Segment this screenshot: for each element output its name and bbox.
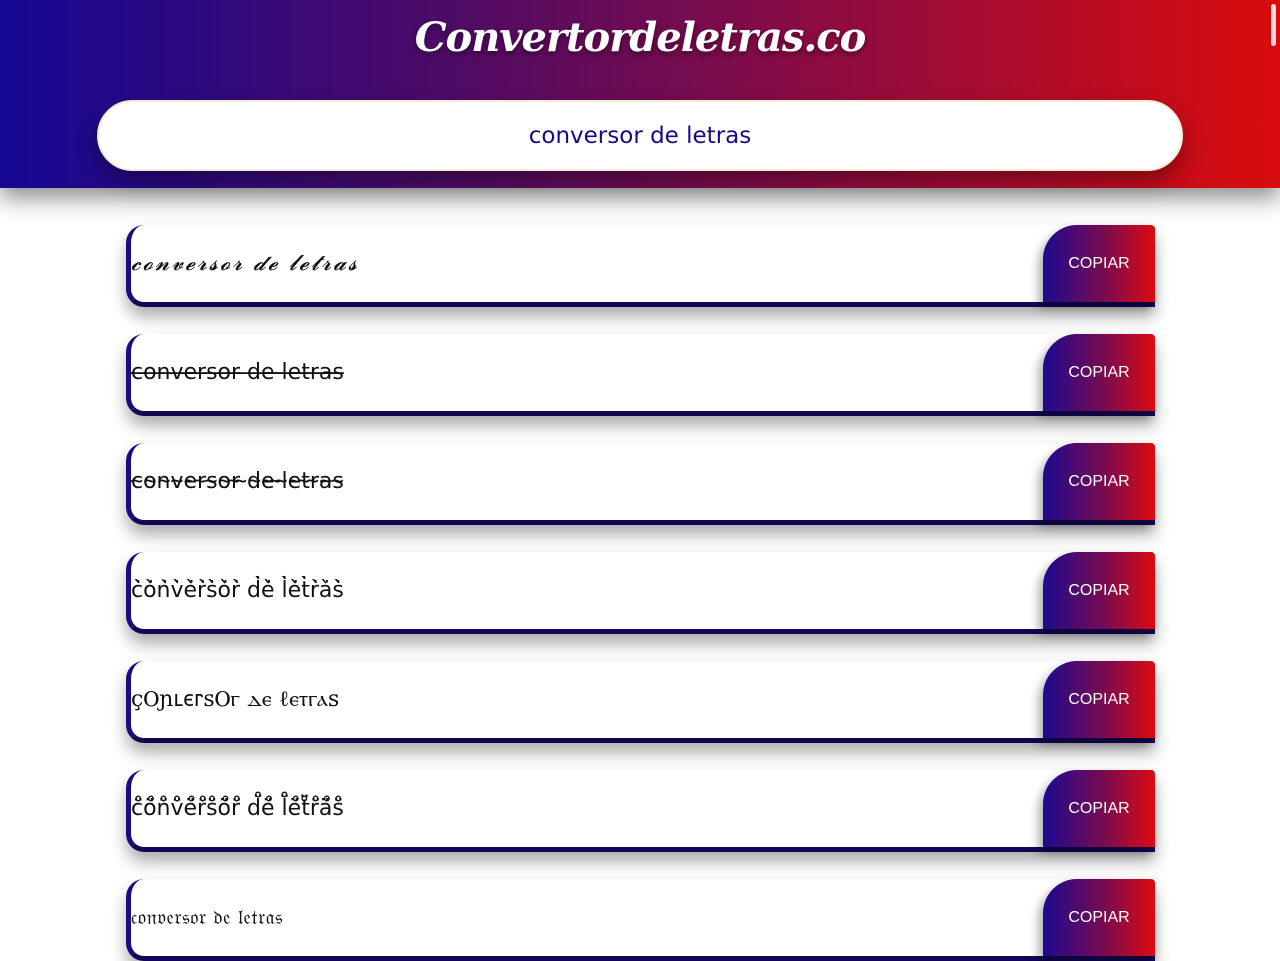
- result-item: çⲞɲⳑⲉⲅꜱⲞⲅ ⲇⲉ ℓⲉⲧⲅⲁꜱ COPIAR: [126, 661, 1155, 743]
- result-text: çⲞɲⳑⲉⲅꜱⲞⲅ ⲇⲉ ℓⲉⲧⲅⲁꜱ: [131, 687, 340, 712]
- header-banner: Convertordeletras.co: [0, 0, 1280, 188]
- result-text: c̴o̴n̴v̴e̴r̴s̴o̴r̴ ̴d̴e̴ ̴l̴e̴t̴r̴a̴s̴: [131, 469, 344, 494]
- copy-button[interactable]: COPIAR: [1043, 443, 1155, 520]
- copy-button[interactable]: COPIAR: [1043, 552, 1155, 629]
- search-input[interactable]: [99, 121, 1181, 150]
- result-item: c̀̇ò̇ǹ̇v̀̇è̇r̀̇s̀̇ò̇r̀̇ d̀̇è̇ l̀̇è̇t̀̇r̀…: [126, 552, 1155, 634]
- result-text: c̈̊ö̊n̈̊v̈̊ë̊r̈̊s̈̊ö̊r̈̊ d̈̊ë̊ l̈̊ë̊ẗ̊r̈…: [131, 796, 344, 821]
- result-text: c̶o̶n̶v̶e̶r̶s̶o̶r̶ ̶d̶e̶ ̶l̶e̶t̶r̶a̶s̶: [131, 360, 344, 385]
- copy-button[interactable]: COPIAR: [1043, 334, 1155, 411]
- copy-button[interactable]: COPIAR: [1043, 770, 1155, 847]
- result-item: 𝔠𝔬𝔫𝔳𝔢𝔯𝔰𝔬𝔯 𝔡𝔢 𝔩𝔢𝔱𝔯𝔞𝔰 COPIAR: [126, 879, 1155, 961]
- site-title[interactable]: Convertordeletras.co: [0, 14, 1280, 61]
- copy-button[interactable]: COPIAR: [1043, 661, 1155, 738]
- result-text: 𝓬𝓸𝓷𝓿𝓮𝓻𝓼𝓸𝓻 𝓭𝓮 𝓵𝓮𝓽𝓻𝓪𝓼: [131, 251, 360, 276]
- result-text: c̀̇ò̇ǹ̇v̀̇è̇r̀̇s̀̇ò̇r̀̇ d̀̇è̇ l̀̇è̇t̀̇r̀…: [131, 578, 344, 603]
- result-item: c̶o̶n̶v̶e̶r̶s̶o̶r̶ ̶d̶e̶ ̶l̶e̶t̶r̶a̶s̶ C…: [126, 334, 1155, 416]
- search-box[interactable]: [97, 100, 1183, 171]
- scrollbar[interactable]: [1271, 4, 1276, 46]
- copy-button[interactable]: COPIAR: [1043, 225, 1155, 302]
- result-item: c̈̊ö̊n̈̊v̈̊ë̊r̈̊s̈̊ö̊r̈̊ d̈̊ë̊ l̈̊ë̊ẗ̊r̈…: [126, 770, 1155, 852]
- result-item: 𝓬𝓸𝓷𝓿𝓮𝓻𝓼𝓸𝓻 𝓭𝓮 𝓵𝓮𝓽𝓻𝓪𝓼 COPIAR: [126, 225, 1155, 307]
- copy-button[interactable]: COPIAR: [1043, 879, 1155, 956]
- result-item: c̴o̴n̴v̴e̴r̴s̴o̴r̴ ̴d̴e̴ ̴l̴e̴t̴r̴a̴s̴ C…: [126, 443, 1155, 525]
- result-text: 𝔠𝔬𝔫𝔳𝔢𝔯𝔰𝔬𝔯 𝔡𝔢 𝔩𝔢𝔱𝔯𝔞𝔰: [131, 905, 283, 929]
